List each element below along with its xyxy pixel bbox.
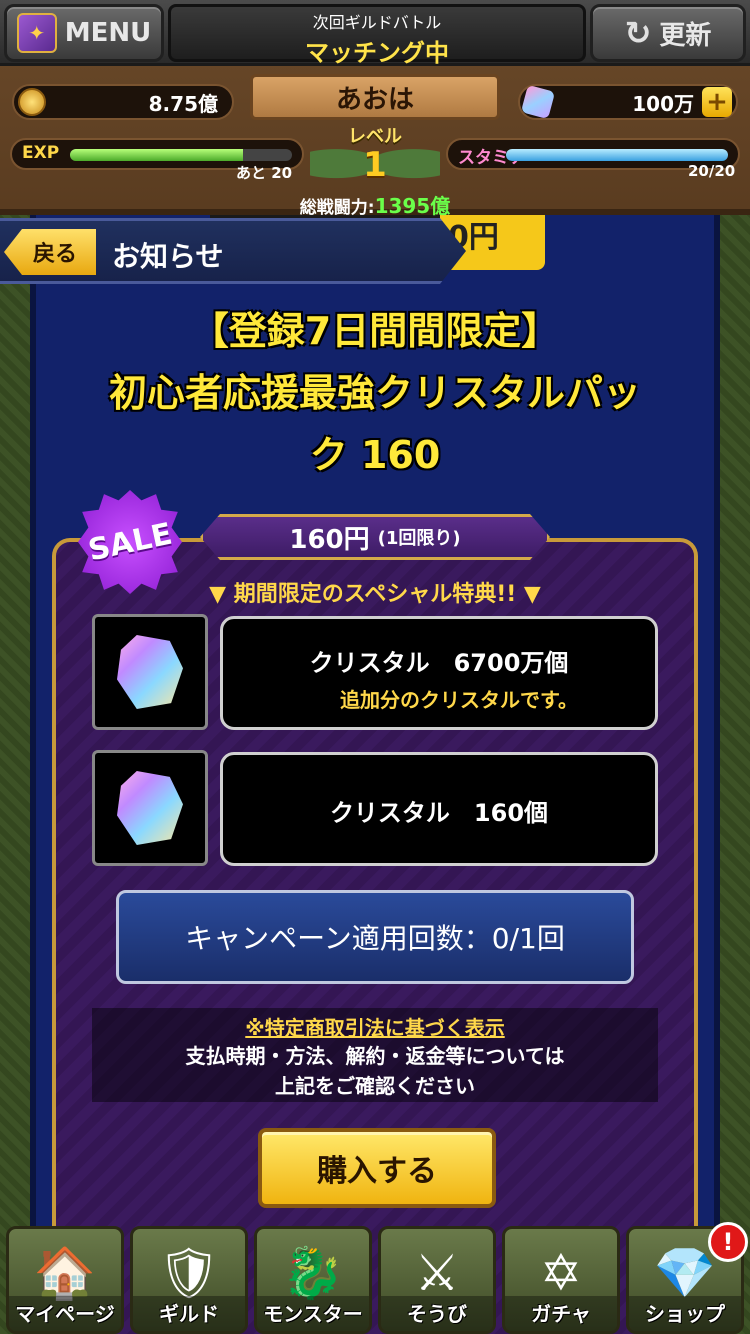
nav-label: マイページ xyxy=(9,1296,121,1331)
exp-label: EXP xyxy=(22,143,60,163)
exp-fill xyxy=(70,149,244,161)
power-label: 総戦闘力: xyxy=(299,198,375,218)
legal-text-1: 支払時期・方法、解約・返金等については xyxy=(185,1044,565,1068)
purchase-button[interactable]: 購入する xyxy=(258,1128,496,1208)
item-description: 追加分のクリスタルです。 xyxy=(340,688,578,712)
item-icon-1 xyxy=(92,614,208,730)
item-icon-2 xyxy=(92,750,208,866)
crystal-icon xyxy=(520,84,556,120)
notice-title: お知らせ xyxy=(112,240,224,273)
menu-label: MENU xyxy=(64,18,152,48)
price-note: (1回限り) xyxy=(377,528,461,549)
refresh-icon: ↻ xyxy=(624,14,652,52)
legal-link[interactable]: ※特定商取引法に基づく表示 xyxy=(92,1012,658,1041)
background-right xyxy=(720,200,750,1334)
nav-label: ガチャ xyxy=(505,1296,617,1331)
item-row-1: クリスタル 6700万個 追加分のクリスタルです。 xyxy=(220,616,658,730)
refresh-label: 更新 xyxy=(659,20,712,51)
back-button[interactable]: 戻る xyxy=(4,229,96,275)
legal-text-2: 上記をご確認ください xyxy=(275,1074,475,1098)
nav-label: ショップ xyxy=(629,1296,741,1331)
crystal-value: 100万 xyxy=(632,91,694,116)
add-crystal-button[interactable]: + xyxy=(702,87,732,117)
crystal-counter: 100万 + xyxy=(518,84,738,120)
gold-coin-icon xyxy=(18,88,46,116)
crystal-icon xyxy=(117,771,183,845)
nav-mypage[interactable]: 🏠 マイページ xyxy=(6,1226,124,1334)
campaign-count: キャンペーン適用回数：0/1回 xyxy=(116,890,634,984)
exp-track xyxy=(70,149,292,161)
guild-battle-status: マッチング中 xyxy=(305,39,449,67)
legal-notice: ※特定商取引法に基づく表示 支払時期・方法、解約・返金等については 上記をご確認… xyxy=(92,1008,658,1102)
shop-notification-badge: ! xyxy=(708,1222,748,1262)
headline-line-2: 初心者応援最強クリスタルパッ xyxy=(108,371,641,415)
headline-line-3: ク 160 xyxy=(309,433,441,477)
item-name: クリスタル 6700万個 xyxy=(309,649,569,677)
level-badge: レベル 1 xyxy=(310,122,440,192)
top-bar: ✦ MENU 次回ギルドバトル マッチング中 ↻ 更新 xyxy=(0,0,750,67)
guild-battle-label: 次回ギルドバトル xyxy=(312,13,442,32)
gold-counter: 8.75億 xyxy=(12,84,234,120)
stamina-fill xyxy=(506,149,728,161)
menu-button[interactable]: ✦ MENU xyxy=(4,4,164,62)
level-value: 1 xyxy=(363,145,387,185)
nav-guild[interactable]: 🛡 ギルド xyxy=(130,1226,248,1334)
price-value: 160円 xyxy=(289,524,370,555)
refresh-button[interactable]: ↻ 更新 xyxy=(590,4,746,62)
crystal-icon xyxy=(117,635,183,709)
stamina-track xyxy=(506,149,728,161)
background-left xyxy=(0,200,30,1334)
exp-remaining: あと 20 xyxy=(236,164,293,182)
nav-gacha[interactable]: ✡ ガチャ xyxy=(502,1226,620,1334)
item-name: クリスタル 160個 xyxy=(329,799,549,827)
headline-line-1: 【登録7日間間限定】 xyxy=(190,309,560,353)
item-row-2: クリスタル 160個 xyxy=(220,752,658,866)
nav-monster[interactable]: 🐉 モンスター xyxy=(254,1226,372,1334)
player-name: あおは xyxy=(250,74,500,120)
nav-label: そうび xyxy=(381,1296,493,1331)
nav-equipment[interactable]: ⚔ そうび xyxy=(378,1226,496,1334)
book-icon: ✦ xyxy=(16,13,57,53)
notice-title-bar: 戻る お知らせ xyxy=(0,218,466,284)
offer-headline: 【登録7日間間限定】 初心者応援最強クリスタルパッ ク 160 xyxy=(40,300,710,486)
bottom-nav: 🏠 マイページ 🛡 ギルド 🐉 モンスター ⚔ そうび ✡ ガチャ 💎 ショップ… xyxy=(0,1222,750,1334)
guild-battle-panel: 次回ギルドバトル マッチング中 xyxy=(168,4,586,67)
nav-label: ギルド xyxy=(133,1296,245,1331)
sale-text: SALE xyxy=(85,516,175,568)
power-value: 1395億 xyxy=(374,194,451,218)
nav-label: モンスター xyxy=(257,1296,369,1331)
price-tab: 160円 (1回限り) xyxy=(200,514,550,560)
gold-value: 8.75億 xyxy=(148,91,218,116)
total-power: 総戦闘力:1395億 xyxy=(230,190,520,219)
stamina-value: 20/20 xyxy=(688,162,736,180)
status-header: ✦ MENU 次回ギルドバトル マッチング中 ↻ 更新 8.75億 あおは 10… xyxy=(0,0,750,218)
